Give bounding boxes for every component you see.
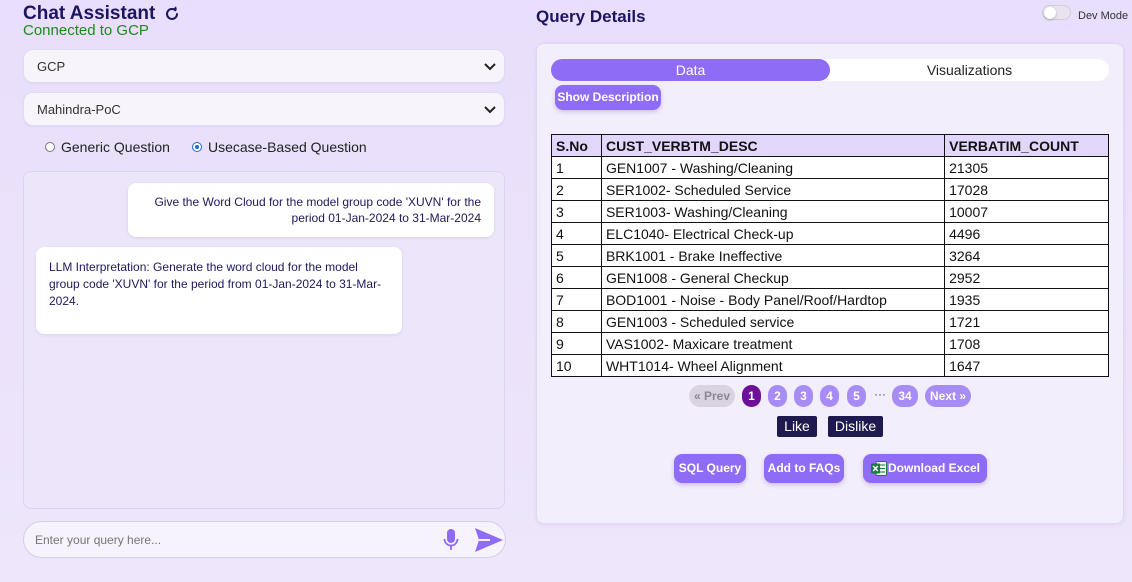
show-description-button[interactable]: Show Description xyxy=(555,85,661,110)
download-excel-label: Download Excel xyxy=(887,461,981,475)
table-cell: 7 xyxy=(551,288,602,311)
page-4-button[interactable]: 4 xyxy=(820,385,839,407)
table-row: 5 BRK1001 - Brake Ineffective 3264 xyxy=(551,244,1109,267)
cloud-provider-select[interactable]: GCP xyxy=(23,49,505,83)
next-page-button[interactable]: Next » xyxy=(925,385,971,407)
table-cell: 1708 xyxy=(944,332,1109,355)
tab-visualizations[interactable]: Visualizations xyxy=(830,59,1109,81)
generic-question-label[interactable]: Generic Question xyxy=(61,139,170,155)
project-value: Mahindra-PoC xyxy=(37,101,121,117)
table-cell: 21305 xyxy=(944,156,1109,179)
table-cell: 10 xyxy=(551,354,602,377)
query-input[interactable] xyxy=(23,521,435,558)
download-excel-button[interactable]: Download Excel xyxy=(863,454,987,483)
table-cell: 1935 xyxy=(944,288,1109,311)
chevron-down-icon xyxy=(484,63,496,71)
sql-query-button[interactable]: SQL Query xyxy=(674,454,746,483)
table-cell: 3 xyxy=(551,200,602,223)
table-cell: 1647 xyxy=(944,354,1109,377)
generic-question-radio[interactable] xyxy=(45,142,55,152)
table-cell: 10007 xyxy=(944,200,1109,223)
table-row: 9 VAS1002- Maxicare treatment 1708 xyxy=(551,332,1109,355)
user-message: Give the Word Cloud for the model group … xyxy=(128,183,494,237)
page-last-button[interactable]: 34 xyxy=(892,385,918,407)
table-cell: 4496 xyxy=(944,222,1109,245)
table-cell: 8 xyxy=(551,310,602,333)
table-cell: GEN1003 - Scheduled service xyxy=(600,310,946,333)
table-cell: ELC1040- Electrical Check-up xyxy=(600,222,946,245)
table-header-row: S.No CUST_VERBTM_DESC VERBATIM_COUNT xyxy=(551,134,1109,157)
usecase-question-label[interactable]: Usecase-Based Question xyxy=(208,139,367,155)
table-row: 1 GEN1007 - Washing/Cleaning 21305 xyxy=(551,156,1109,179)
results-table: S.No CUST_VERBTM_DESC VERBATIM_COUNT 1 GE… xyxy=(551,134,1109,377)
excel-icon xyxy=(871,461,887,476)
table-cell: 3264 xyxy=(944,244,1109,267)
add-to-faqs-button[interactable]: Add to FAQs xyxy=(764,454,844,483)
send-icon[interactable] xyxy=(474,527,504,553)
table-cell: 6 xyxy=(551,266,602,289)
table-cell: SER1002- Scheduled Service xyxy=(600,178,946,201)
assistant-message: LLM Interpretation: Generate the word cl… xyxy=(36,247,402,334)
chat-history[interactable]: Give the Word Cloud for the model group … xyxy=(23,171,505,509)
prev-page-button[interactable]: « Prev xyxy=(689,385,735,407)
table-cell: SER1003- Washing/Cleaning xyxy=(600,200,946,223)
table-cell: BRK1001 - Brake Ineffective xyxy=(600,244,946,267)
column-header: CUST_VERBTM_DESC xyxy=(600,134,946,157)
table-cell: GEN1007 - Washing/Cleaning xyxy=(600,156,946,179)
tab-bar: Data Visualizations xyxy=(551,59,1109,81)
table-cell: 1721 xyxy=(944,310,1109,333)
cloud-provider-value: GCP xyxy=(37,58,66,74)
question-type-radios: Generic Question Usecase-Based Question xyxy=(45,139,389,155)
usecase-question-radio[interactable] xyxy=(191,142,202,152)
refresh-icon[interactable] xyxy=(163,5,181,23)
table-cell: VAS1002- Maxicare treatment xyxy=(600,332,946,355)
like-button[interactable]: Like xyxy=(777,416,817,437)
table-cell: 2 xyxy=(551,178,602,201)
table-cell: 9 xyxy=(551,332,602,355)
dev-mode-label: Dev Mode xyxy=(1078,10,1129,22)
dislike-button[interactable]: Dislike xyxy=(828,416,883,437)
table-cell: 4 xyxy=(551,222,602,245)
connection-status: Connected to GCP xyxy=(23,22,149,39)
query-details-title: Query Details xyxy=(536,7,646,26)
page-5-button[interactable]: 5 xyxy=(847,385,866,407)
table-row: 7 BOD1001 - Noise - Body Panel/Roof/Hardt… xyxy=(551,288,1109,311)
table-cell: GEN1008 - General Checkup xyxy=(600,266,946,289)
table-cell: 2952 xyxy=(944,266,1109,289)
table-cell: 17028 xyxy=(944,178,1109,201)
project-select[interactable]: Mahindra-PoC xyxy=(23,92,505,126)
table-cell: 5 xyxy=(551,244,602,267)
page-ellipsis: ··· xyxy=(874,387,886,401)
table-row: 6 GEN1008 - General Checkup 2952 xyxy=(551,266,1109,289)
tab-data[interactable]: Data xyxy=(551,59,830,81)
chat-panel: Chat Assistant Connected to GCP GCP Mahi… xyxy=(23,0,507,582)
mic-icon[interactable] xyxy=(443,528,459,552)
column-header: S.No xyxy=(551,134,602,157)
table-cell: 1 xyxy=(551,156,602,179)
table-row: 8 GEN1003 - Scheduled service 1721 xyxy=(551,310,1109,333)
chevron-down-icon xyxy=(484,106,496,114)
table-row: 3 SER1003- Washing/Cleaning 10007 xyxy=(551,200,1109,223)
page-3-button[interactable]: 3 xyxy=(794,385,813,407)
dev-mode-toggle[interactable] xyxy=(1042,5,1071,20)
table-row: 4 ELC1040- Electrical Check-up 4496 xyxy=(551,222,1109,245)
table-cell: WHT1014- Wheel Alignment xyxy=(600,354,946,377)
table-cell: BOD1001 - Noise - Body Panel/Roof/Hardto… xyxy=(600,288,946,311)
page-1-button[interactable]: 1 xyxy=(742,385,761,407)
table-row: 10 WHT1014- Wheel Alignment 1647 xyxy=(551,354,1109,377)
column-header: VERBATIM_COUNT xyxy=(944,134,1109,157)
page-2-button[interactable]: 2 xyxy=(768,385,787,407)
table-row: 2 SER1002- Scheduled Service 17028 xyxy=(551,178,1109,201)
